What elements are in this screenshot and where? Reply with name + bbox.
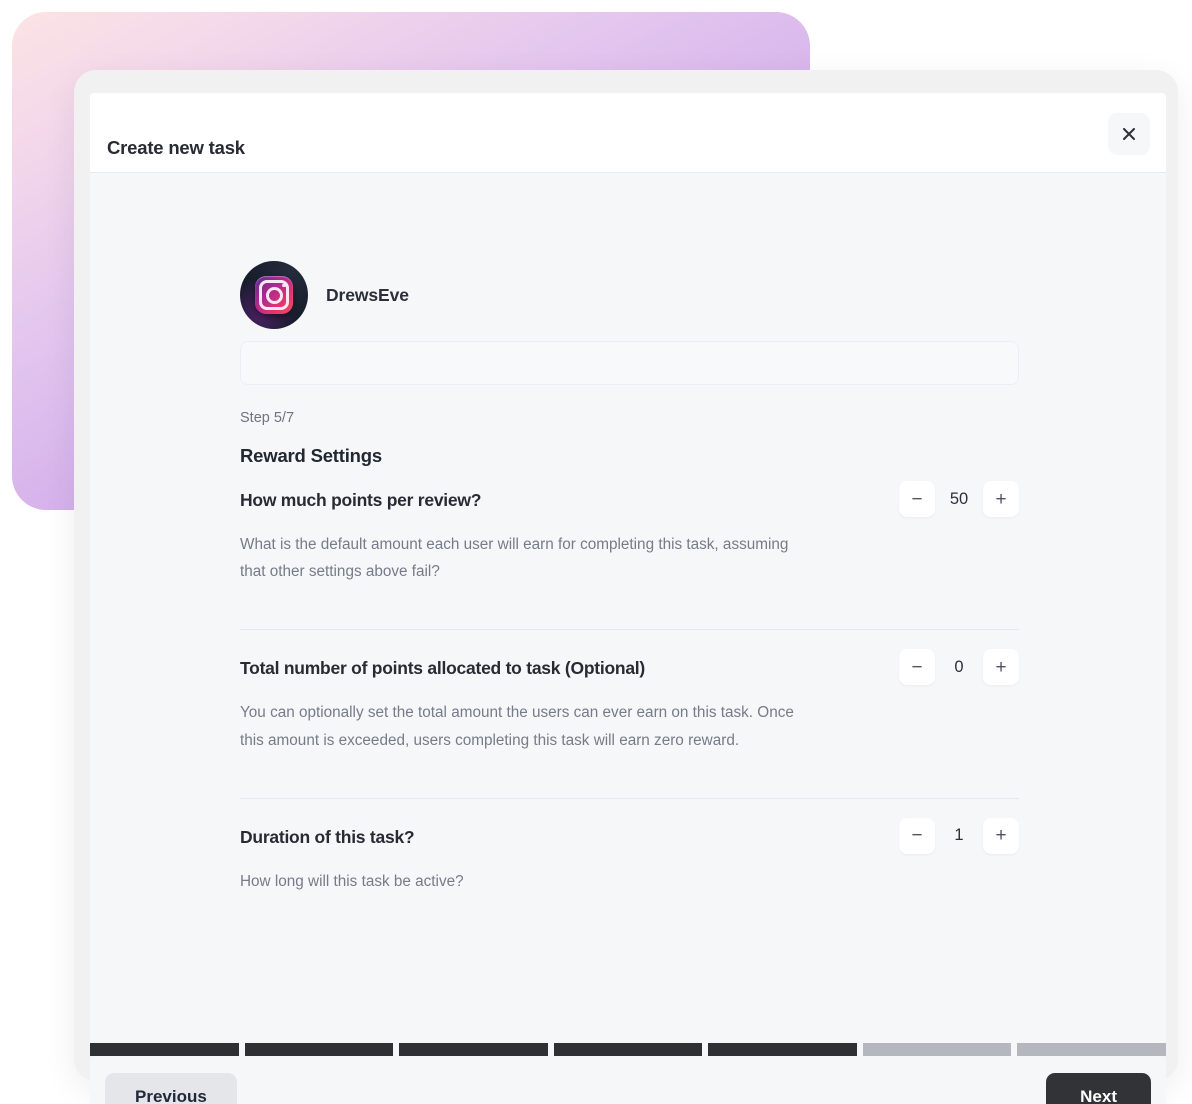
stepper-value[interactable]: 1 <box>935 826 983 845</box>
quantity-stepper: − 1 + <box>899 817 1019 854</box>
decrement-button[interactable]: − <box>899 649 935 686</box>
modal-header: Create new task <box>90 93 1166 173</box>
question-block-total-points: Total number of points allocated to task… <box>240 649 1019 753</box>
modal-body: DrewsEve Step 5/7 Reward Settings How mu… <box>90 173 1166 1058</box>
increment-button[interactable]: + <box>983 481 1019 517</box>
progress-segment-1 <box>90 1043 239 1056</box>
divider <box>240 797 1019 799</box>
question-description: You can optionally set the total amount … <box>240 704 794 749</box>
page-title: Create new task <box>107 137 245 158</box>
question-block-points-per-review: How much points per review? − 50 + What … <box>240 481 1019 585</box>
progress-segment-2 <box>244 1043 394 1056</box>
progress-segment-4 <box>553 1043 703 1056</box>
modal-inner-surface: Create new task DrewsEve Step 5/7 Reward… <box>90 93 1166 1058</box>
stepper-value[interactable]: 0 <box>935 658 983 677</box>
decrement-button[interactable]: − <box>899 817 935 854</box>
question-row: How much points per review? − 50 + <box>240 481 1019 517</box>
create-task-modal: Create new task DrewsEve Step 5/7 Reward… <box>74 70 1178 1104</box>
quantity-stepper: − 50 + <box>899 481 1019 517</box>
avatar <box>240 261 308 329</box>
wizard-content: DrewsEve Step 5/7 Reward Settings How mu… <box>240 173 1019 895</box>
instagram-icon <box>255 276 293 314</box>
progress-segment-5 <box>708 1043 857 1056</box>
wizard-progress-bar <box>90 1043 1167 1056</box>
divider <box>240 629 1019 631</box>
close-icon <box>1121 126 1137 142</box>
question-title: How much points per review? <box>240 490 482 510</box>
question-title: Duration of this task? <box>240 826 415 847</box>
close-button[interactable] <box>1108 113 1150 155</box>
progress-segment-7 <box>1017 1043 1167 1056</box>
account-row: DrewsEve <box>240 173 1019 329</box>
question-description: What is the default amount each user wil… <box>240 536 789 581</box>
progress-segment-6 <box>862 1043 1012 1056</box>
question-title: Total number of points allocated to task… <box>240 658 645 679</box>
stepper-value[interactable]: 50 <box>935 490 983 509</box>
progress-segment-3 <box>399 1043 548 1056</box>
account-detail-field[interactable] <box>240 341 1019 385</box>
question-description: How long will this task be active? <box>240 872 464 890</box>
section-heading: Reward Settings <box>240 445 382 466</box>
question-row: Total number of points allocated to task… <box>240 649 1019 686</box>
increment-button[interactable]: + <box>983 817 1019 854</box>
step-indicator-label: Step 5/7 <box>240 410 295 426</box>
previous-button[interactable]: Previous <box>105 1073 237 1104</box>
question-block-duration: Duration of this task? − 1 + How long wi… <box>240 817 1019 895</box>
screen: Create new task DrewsEve Step 5/7 Reward… <box>0 0 1192 1104</box>
account-name: DrewsEve <box>326 284 409 305</box>
increment-button[interactable]: + <box>983 649 1019 686</box>
decrement-button[interactable]: − <box>899 481 935 517</box>
instagram-icon-dot <box>282 283 286 287</box>
modal-footer: Previous Next <box>90 1058 1166 1104</box>
next-button[interactable]: Next <box>1046 1073 1151 1104</box>
quantity-stepper: − 0 + <box>899 649 1019 686</box>
question-row: Duration of this task? − 1 + <box>240 817 1019 854</box>
